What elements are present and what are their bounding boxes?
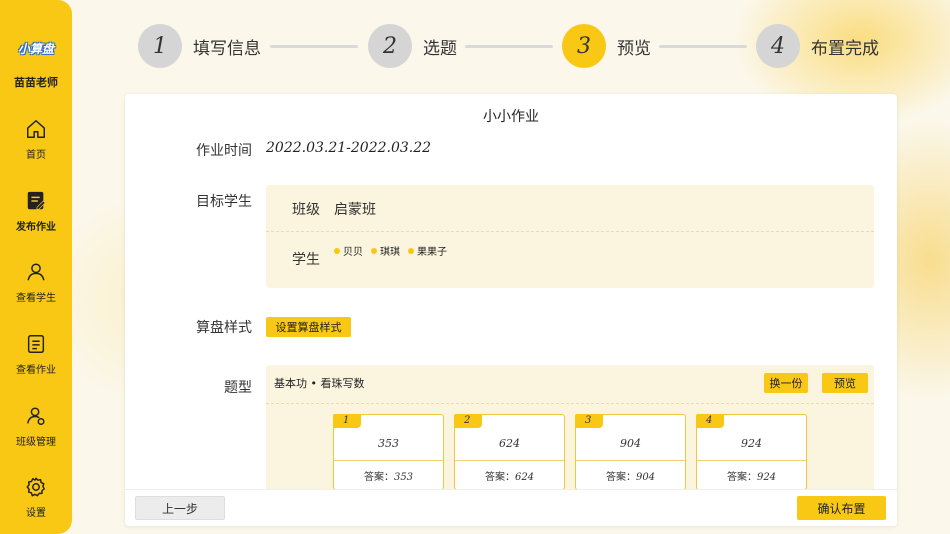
step-connector bbox=[465, 45, 553, 48]
abacus-style-label: 算盘样式 bbox=[196, 320, 252, 336]
sidebar-item-classes[interactable]: 班级管理 bbox=[0, 405, 72, 465]
user-icon bbox=[27, 263, 45, 281]
sidebar-item-label: 设置 bbox=[26, 508, 46, 519]
question-card[interactable]: 2 624 答案：624 bbox=[454, 414, 565, 490]
answer-prefix: 答案： bbox=[605, 472, 636, 483]
previous-step-button[interactable]: 上一步 bbox=[135, 496, 225, 520]
home-icon bbox=[27, 120, 45, 138]
divider bbox=[334, 460, 443, 461]
class-label: 班级 bbox=[292, 202, 320, 218]
divider bbox=[576, 460, 685, 461]
question-answer: 答案：904 bbox=[576, 468, 685, 483]
teacher-name: 苗苗老师 bbox=[14, 76, 58, 89]
time-value: 2022.03.21-2022.03.22 bbox=[266, 140, 432, 156]
student-name: 贝贝 bbox=[343, 247, 363, 258]
step-3-circle: 3 bbox=[562, 24, 606, 68]
sidebar-item-home[interactable]: 首页 bbox=[0, 118, 72, 178]
student-tag: 琪琪 bbox=[371, 243, 400, 258]
question-value: 904 bbox=[620, 437, 641, 450]
sidebar-item-settings[interactable]: 设置 bbox=[0, 476, 72, 534]
step-3-label: 预览 bbox=[617, 39, 651, 59]
divider bbox=[266, 231, 874, 232]
dot-icon bbox=[334, 247, 340, 254]
step-2-label: 选题 bbox=[423, 39, 457, 59]
question-number: 4 bbox=[696, 414, 724, 428]
question-answer: 答案：624 bbox=[455, 468, 564, 483]
student-list: 贝贝 琪琪 果果子 bbox=[334, 243, 447, 258]
question-answer: 答案：353 bbox=[334, 468, 443, 483]
dot-icon bbox=[408, 247, 414, 254]
students-label: 学生 bbox=[292, 252, 320, 268]
answer-prefix: 答案： bbox=[363, 472, 394, 483]
sidebar-item-label: 查看学生 bbox=[16, 293, 56, 304]
card-footer: 上一步 确认布置 bbox=[125, 489, 897, 526]
answer-prefix: 答案： bbox=[726, 472, 757, 483]
gear-icon bbox=[26, 477, 45, 497]
question-value: 624 bbox=[499, 437, 520, 450]
answer-value: 924 bbox=[756, 472, 777, 483]
dot-icon bbox=[371, 247, 377, 254]
question-number: 3 bbox=[575, 414, 603, 428]
step-1-circle: 1 bbox=[138, 24, 182, 68]
sidebar: 小算盘 苗苗老师 首页 发布作业 查看学生 查看作业 班级管理 设置 bbox=[0, 0, 72, 534]
student-tag: 果果子 bbox=[408, 243, 447, 258]
time-label: 作业时间 bbox=[196, 143, 252, 159]
question-number: 2 bbox=[454, 414, 482, 428]
sidebar-item-label: 发布作业 bbox=[16, 222, 56, 233]
homework-title: 小小作业 bbox=[483, 109, 539, 125]
step-1-label: 填写信息 bbox=[193, 39, 261, 59]
answer-value: 904 bbox=[635, 472, 656, 483]
target-label: 目标学生 bbox=[196, 194, 252, 210]
question-value: 353 bbox=[378, 437, 399, 450]
sidebar-item-publish[interactable]: 发布作业 bbox=[0, 190, 72, 250]
question-type-label: 题型 bbox=[224, 380, 252, 396]
set-abacus-style-button[interactable]: 设置算盘样式 bbox=[266, 317, 351, 337]
sidebar-item-label: 班级管理 bbox=[16, 437, 56, 448]
class-icon bbox=[27, 407, 45, 425]
class-value: 启蒙班 bbox=[334, 202, 376, 218]
preview-button[interactable]: 预览 bbox=[822, 373, 868, 393]
question-card[interactable]: 3 904 答案：904 bbox=[575, 414, 686, 490]
preview-card: 小小作业 作业时间 2022.03.21-2022.03.22 目标学生 班级 … bbox=[125, 94, 897, 526]
target-students-panel: 班级 启蒙班 学生 贝贝 琪琪 果果子 bbox=[266, 185, 874, 288]
swap-button[interactable]: 换一份 bbox=[764, 373, 808, 393]
step-4-label: 布置完成 bbox=[811, 39, 879, 59]
answer-prefix: 答案： bbox=[484, 472, 515, 483]
step-2-circle: 2 bbox=[368, 24, 412, 68]
divider bbox=[266, 403, 874, 404]
sidebar-item-students[interactable]: 查看学生 bbox=[0, 261, 72, 321]
step-connector bbox=[270, 45, 358, 48]
document-icon bbox=[27, 335, 45, 353]
divider bbox=[455, 460, 564, 461]
publish-icon bbox=[27, 191, 46, 210]
divider bbox=[697, 460, 806, 461]
answer-value: 624 bbox=[514, 472, 535, 483]
question-answer: 答案：924 bbox=[697, 468, 806, 483]
step-connector bbox=[659, 45, 747, 48]
app-logo: 小算盘 bbox=[17, 42, 54, 56]
student-name: 果果子 bbox=[417, 247, 447, 258]
question-number: 1 bbox=[333, 414, 361, 428]
step-4-circle: 4 bbox=[756, 24, 800, 68]
confirm-assign-button[interactable]: 确认布置 bbox=[797, 496, 886, 520]
sidebar-item-label: 首页 bbox=[26, 150, 46, 161]
answer-value: 353 bbox=[393, 472, 414, 483]
question-card[interactable]: 4 924 答案：924 bbox=[696, 414, 807, 490]
question-card[interactable]: 1 353 答案：353 bbox=[333, 414, 444, 490]
sidebar-item-homework[interactable]: 查看作业 bbox=[0, 333, 72, 393]
student-tag: 贝贝 bbox=[334, 243, 363, 258]
sidebar-item-label: 查看作业 bbox=[16, 365, 56, 376]
question-type-title: 基本功 • 看珠写数 bbox=[274, 377, 365, 390]
student-name: 琪琪 bbox=[380, 247, 400, 258]
question-value: 924 bbox=[741, 437, 762, 450]
